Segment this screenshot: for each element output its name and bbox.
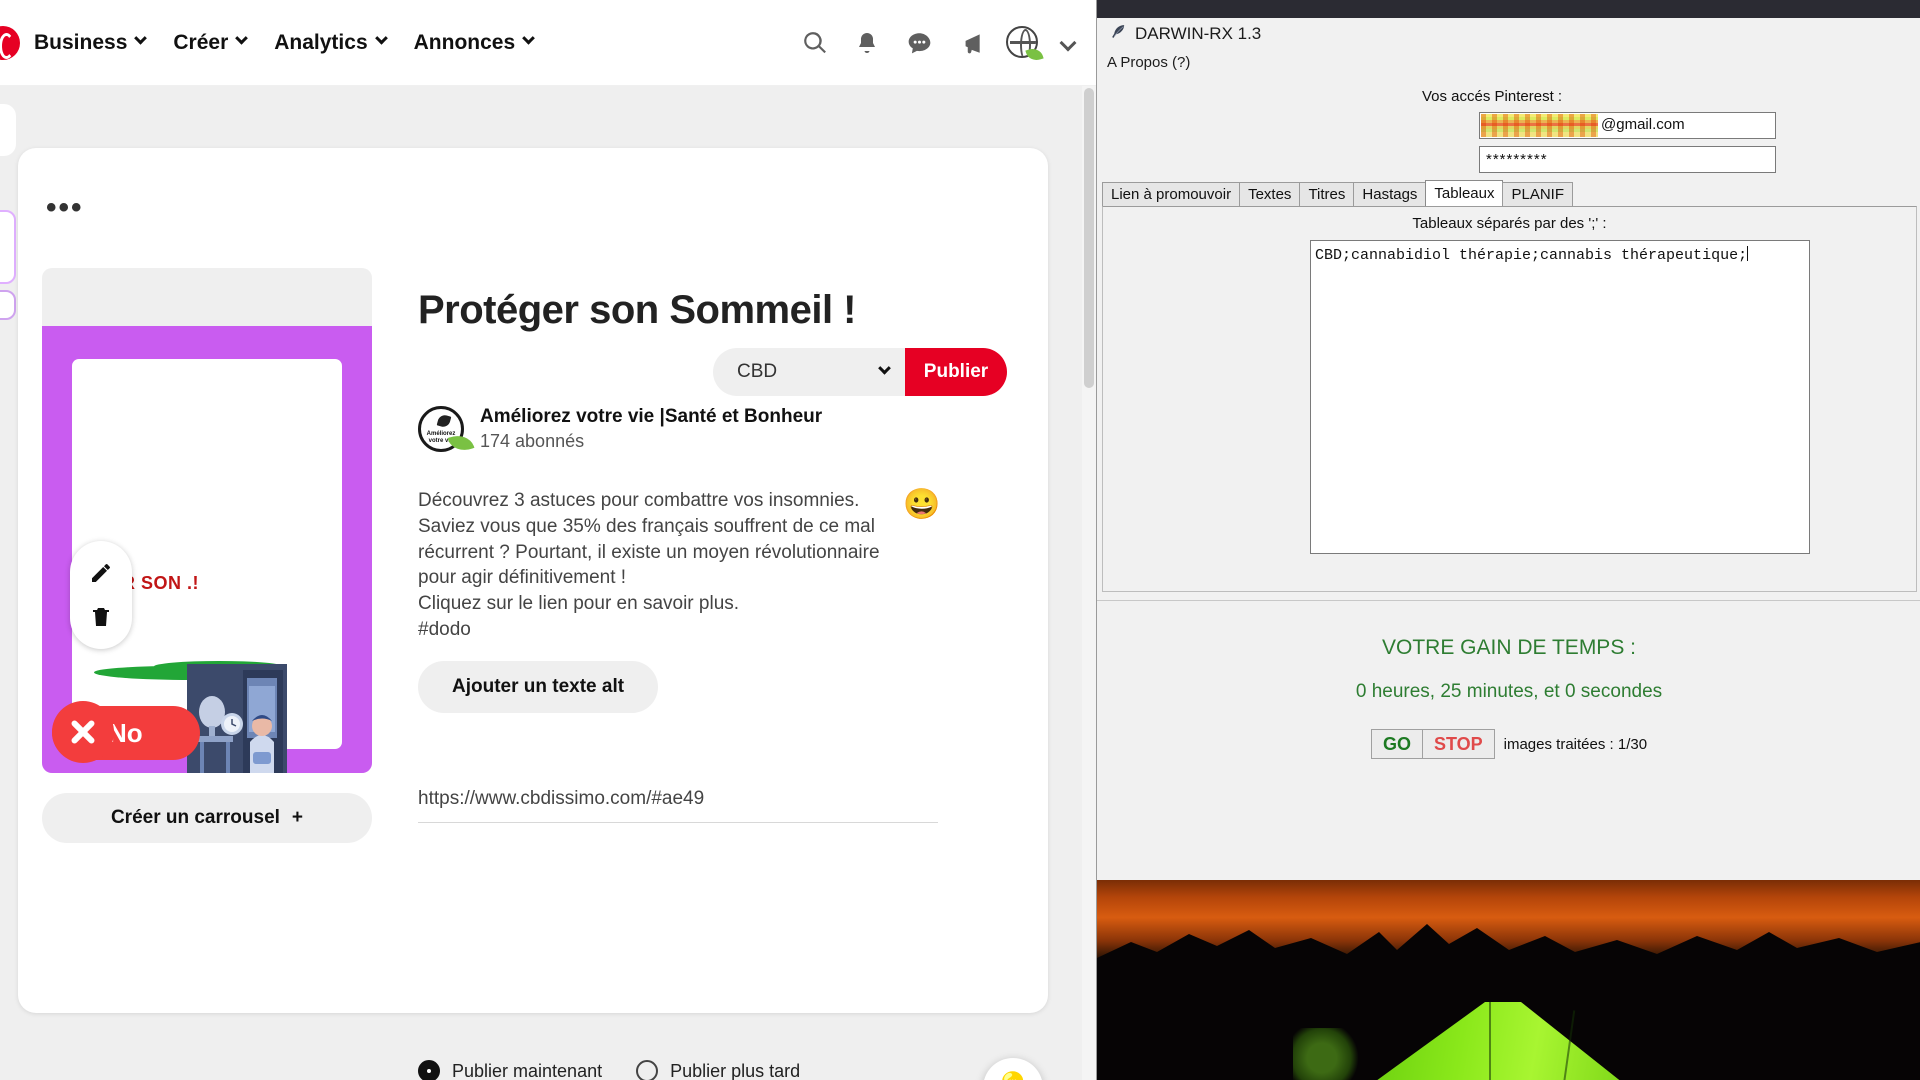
darwin-rx-app: DARWIN-RX 1.3 A Propos (?) Vos accés Pin… — [1096, 0, 1920, 1080]
pencil-icon[interactable] — [89, 561, 113, 585]
megaphone-icon[interactable] — [954, 26, 988, 60]
nav-item-business[interactable]: Business — [20, 23, 159, 63]
radio-publish-now-label: Publier maintenant — [452, 1060, 603, 1080]
chevron-down-icon — [235, 31, 249, 45]
pin-overlay-text: R SON .! — [122, 573, 200, 593]
tent-seam-line — [1489, 1002, 1491, 1080]
publish-button[interactable]: Publier — [905, 348, 1007, 396]
bush-foliage — [1293, 1028, 1365, 1080]
tableaux-textarea[interactable]: CBD;cannabidiol thérapie;cannabis thérap… — [1310, 240, 1810, 554]
create-carousel-label: Créer un carrousel — [110, 807, 280, 828]
time-gain-title: VOTRE GAIN DE TEMPS : — [1382, 636, 1636, 659]
chevron-down-icon[interactable] — [1059, 34, 1077, 51]
tab-planif[interactable]: PLANIF — [1502, 182, 1573, 206]
text-caret — [1747, 246, 1749, 261]
side-rail-thumbnail-2[interactable] — [0, 290, 16, 320]
darwin-tab-strip: Lien à promouvoir Textes Titres Hastags … — [1102, 180, 1917, 206]
pinterest-app: Business Créer Analytics Annonces ••• CB… — [0, 0, 1096, 1080]
radio-publish-now[interactable]: Publier maintenant — [418, 1060, 602, 1080]
tab-hastags[interactable]: Hastags — [1353, 182, 1427, 206]
night-camping-photo — [1097, 880, 1920, 1080]
nav-item-annonces[interactable]: Annonces — [400, 23, 548, 63]
page-scrollbar[interactable] — [1082, 86, 1096, 1080]
radio-dot — [636, 1060, 659, 1080]
emoji-picker-icon[interactable]: 😀 — [903, 488, 940, 522]
nav-item-label: Créer — [173, 30, 229, 54]
window-titlebar — [1097, 0, 1920, 18]
board-select-value: CBD — [737, 361, 778, 382]
redacted-email-highlight — [1481, 114, 1598, 137]
profile-row[interactable]: Améliorez votre vie Améliorez votre vie |… — [418, 406, 822, 456]
create-carousel-button[interactable]: Créer un carrousel + — [42, 793, 372, 843]
add-alt-text-button[interactable]: Ajouter un texte alt — [418, 661, 659, 713]
overflow-menu-icon[interactable]: ••• — [46, 193, 84, 223]
pin-title: Protéger son Sommeil ! — [418, 288, 856, 332]
image-edit-controls — [70, 541, 132, 649]
pinterest-logo-icon[interactable] — [0, 25, 20, 60]
tab-textes[interactable]: Textes — [1239, 182, 1301, 206]
destination-link-input[interactable]: https://www.cbdissimo.com/#ae49 — [418, 788, 938, 823]
go-button[interactable]: GO — [1370, 729, 1423, 759]
close-x-icon[interactable] — [52, 701, 114, 763]
chevron-down-icon — [878, 361, 891, 375]
bird-icon — [436, 413, 452, 429]
app-title: DARWIN-RX 1.3 — [1135, 24, 1262, 43]
pin-description[interactable]: Découvrez 3 astuces pour combattre vos i… — [418, 488, 883, 643]
tab-lien-a-promouvoir[interactable]: Lien à promouvoir — [1102, 182, 1241, 206]
pin-canvas: R SON .! No — [42, 326, 372, 773]
email-field-row: @gmail.com — [1479, 112, 1776, 139]
board-select[interactable]: CBD — [713, 348, 905, 396]
darwin-main-panel: Vos accés Pinterest : @gmail.com *******… — [1097, 80, 1920, 600]
pinterest-access-label: Vos accés Pinterest : — [1422, 88, 1563, 105]
stop-button[interactable]: STOP — [1421, 729, 1495, 759]
side-rail-tab[interactable] — [0, 104, 16, 156]
nav-item-label: Analytics — [274, 30, 368, 54]
side-rail-thumbnail-1[interactable] — [0, 210, 16, 284]
nav-item-analytics[interactable]: Analytics — [260, 23, 399, 63]
pin-composer-card: ••• CBD Publier R SON .! No Créer un car… — [18, 148, 1048, 1080]
chevron-down-icon — [374, 31, 388, 45]
screen: Business Créer Analytics Annonces ••• CB… — [0, 0, 1920, 1080]
nav-item-creer[interactable]: Créer — [159, 23, 260, 63]
chat-bubble-icon[interactable] — [902, 26, 936, 60]
avatar[interactable] — [1006, 25, 1044, 63]
bell-icon[interactable] — [850, 26, 884, 60]
darwin-header: DARWIN-RX 1.3 A Propos (?) — [1097, 18, 1920, 80]
radio-publish-later-label: Publier plus tard — [670, 1060, 801, 1080]
nav-item-label: Annonces — [413, 30, 516, 54]
email-domain-text: @gmail.com — [1601, 116, 1685, 133]
chevron-down-icon — [522, 31, 536, 45]
trash-icon[interactable] — [89, 605, 113, 629]
nav-item-label: Business — [34, 30, 128, 54]
scrollbar-thumb[interactable] — [1084, 88, 1094, 388]
profile-name: Améliorez votre vie |Santé et Bonheur — [480, 406, 823, 427]
tab-tableaux[interactable]: Tableaux — [1425, 180, 1504, 206]
run-controls: GO STOP images traitées : 1/30 — [1097, 729, 1920, 759]
time-gain-value: 0 heures, 25 minutes, et 0 secondes — [1355, 681, 1663, 702]
tableaux-value: CBD;cannabidiol thérapie;cannabis thérap… — [1315, 247, 1748, 264]
plus-icon: + — [291, 807, 304, 828]
bedroom-illustration — [187, 664, 287, 773]
tableaux-label: Tableaux séparés par des ';' : — [1412, 215, 1607, 232]
chevron-down-icon — [134, 31, 148, 45]
tab-titres[interactable]: Titres — [1299, 182, 1355, 206]
darwin-status-panel: VOTRE GAIN DE TEMPS : 0 heures, 25 minut… — [1097, 600, 1920, 870]
pinterest-navbar: Business Créer Analytics Annonces — [0, 0, 1096, 86]
progress-label: images traitées : 1/30 — [1503, 735, 1648, 753]
feather-icon — [1112, 25, 1125, 38]
publish-timing-group: Publier maintenant Publier plus tard — [418, 1060, 800, 1080]
menu-about[interactable]: A Propos (?) — [1107, 54, 1190, 71]
radio-dot-selected — [418, 1060, 440, 1080]
profile-followers: 174 abonnés — [480, 431, 585, 451]
radio-publish-later[interactable]: Publier plus tard — [636, 1060, 800, 1080]
password-field[interactable]: ********* — [1479, 146, 1776, 173]
pin-image-preview[interactable]: R SON .! No — [42, 268, 372, 773]
nav-icon-group — [798, 25, 1096, 63]
tab-panel-tableaux: Tableaux séparés par des ';' : CBD;canna… — [1102, 206, 1917, 592]
profile-info: Améliorez votre vie |Santé et Bonheur 17… — [480, 406, 822, 452]
search-icon[interactable] — [798, 26, 832, 60]
